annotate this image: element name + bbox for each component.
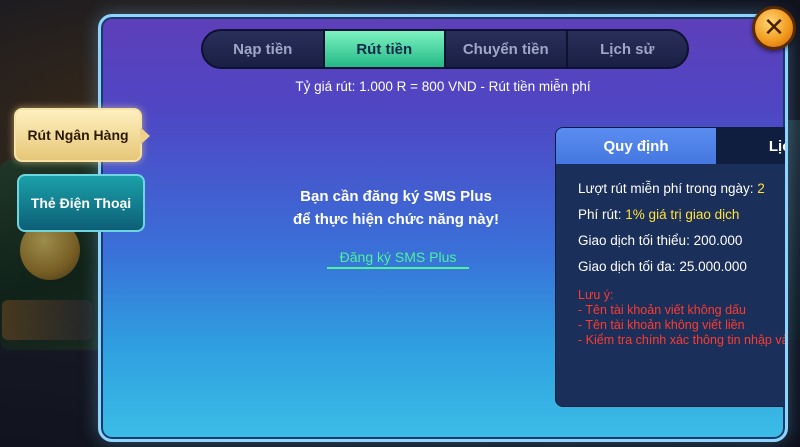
message-line-1: Bạn cần đăng ký SMS Plus — [300, 188, 492, 205]
free-withdrawals-label: Lượt rút miễn phí trong ngày: — [578, 181, 754, 196]
main-tab-bar: Nạp tiền Rút tiền Chuyển tiền Lịch sử — [201, 29, 689, 69]
max-transaction-value: 25.000.000 — [679, 259, 747, 274]
side-menu-phone-card[interactable]: Thẻ Điện Thoại — [17, 174, 145, 232]
panel-tab-bar: Quy định Lịch sử — [556, 128, 785, 164]
jackpot-tag-graphic — [2, 300, 92, 340]
fee-value: 1% giá trị giao dịch — [625, 207, 740, 222]
tab-transfer[interactable]: Chuyển tiền — [446, 31, 568, 67]
free-withdrawals-row: Lượt rút miễn phí trong ngày: 2 — [578, 176, 785, 202]
notes-title: Lưu ý: — [578, 288, 614, 302]
exchange-rate-text: Tỷ giá rút: 1.000 R = 800 VND - Rút tiền… — [295, 79, 591, 94]
min-transaction-label: Giao dịch tối thiểu: — [578, 233, 690, 248]
max-transaction-row: Giao dịch tối đa: 25.000.000 — [578, 254, 785, 280]
side-menu-bank-withdraw[interactable]: Rút Ngân Hàng — [14, 108, 150, 162]
tab-deposit[interactable]: Nạp tiền — [203, 31, 325, 67]
max-transaction-label: Giao dịch tối đa: — [578, 259, 676, 274]
side-menu-label: Thẻ Điện Thoại — [30, 195, 132, 211]
note-item: - Tên tài khoản viết không dấu — [578, 303, 746, 317]
info-panel: Quy định Lịch sử Lượt rút miễn phí trong… — [555, 127, 788, 407]
min-transaction-row: Giao dịch tối thiểu: 200.000 — [578, 228, 785, 254]
tab-withdraw[interactable]: Rút tiền — [324, 31, 446, 67]
close-button[interactable]: ✕ — [752, 6, 796, 50]
side-menu-label: Rút Ngân Hàng — [27, 127, 129, 143]
tab-history[interactable]: Lịch sử — [568, 31, 688, 67]
fee-label: Phí rút: — [578, 207, 622, 222]
withdraw-modal: Nạp tiền Rút tiền Chuyển tiền Lịch sử Tỷ… — [98, 14, 788, 442]
panel-tab-history[interactable]: Lịch sử — [716, 128, 785, 164]
note-item: - Kiểm tra chính xác thông tin nhập vào — [578, 333, 788, 347]
min-transaction-value: 200.000 — [693, 233, 743, 248]
free-withdrawals-value: 2 — [757, 181, 765, 196]
message-line-2: để thực hiện chức năng này! — [293, 211, 499, 228]
note-item: - Tên tài khoản không viết liền — [578, 318, 745, 332]
fee-row: Phí rút: 1% giá trị giao dịch — [578, 202, 785, 228]
notes-block: Lưu ý: - Tên tài khoản viết không dấu - … — [578, 288, 788, 348]
register-sms-plus-link[interactable]: Đăng ký SMS Plus — [327, 249, 469, 269]
close-icon: ✕ — [763, 13, 785, 43]
sms-required-message: Bạn cần đăng ký SMS Plus để thực hiện ch… — [286, 185, 506, 231]
rules-content: Lượt rút miễn phí trong ngày: 2 Phí rút:… — [556, 164, 788, 348]
panel-tab-rules[interactable]: Quy định — [556, 128, 716, 164]
